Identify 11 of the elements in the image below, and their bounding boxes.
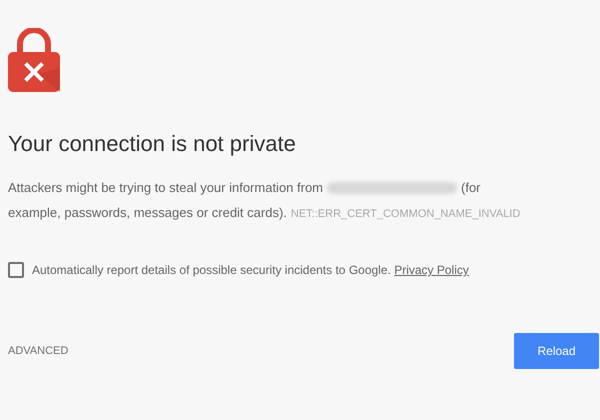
privacy-policy-link[interactable]: Privacy Policy	[394, 263, 469, 277]
warning-text: (for	[461, 179, 481, 197]
report-label: Automatically report details of possible security incidents to Google.	[32, 263, 391, 277]
page-heading: Your connection is not private	[8, 130, 296, 158]
checkbox[interactable]	[8, 262, 24, 278]
advanced-link[interactable]: ADVANCED	[8, 342, 68, 360]
error-code: NET::ERR_CERT_COMMON_NAME_INVALID	[290, 207, 520, 222]
warning-text: example, passwords, messages or credit cards).	[8, 204, 287, 222]
padlock-error-icon	[8, 28, 60, 92]
warning-text: Attackers might be trying to steal your information from	[8, 179, 324, 197]
reload-button[interactable]: Reload	[514, 333, 599, 369]
